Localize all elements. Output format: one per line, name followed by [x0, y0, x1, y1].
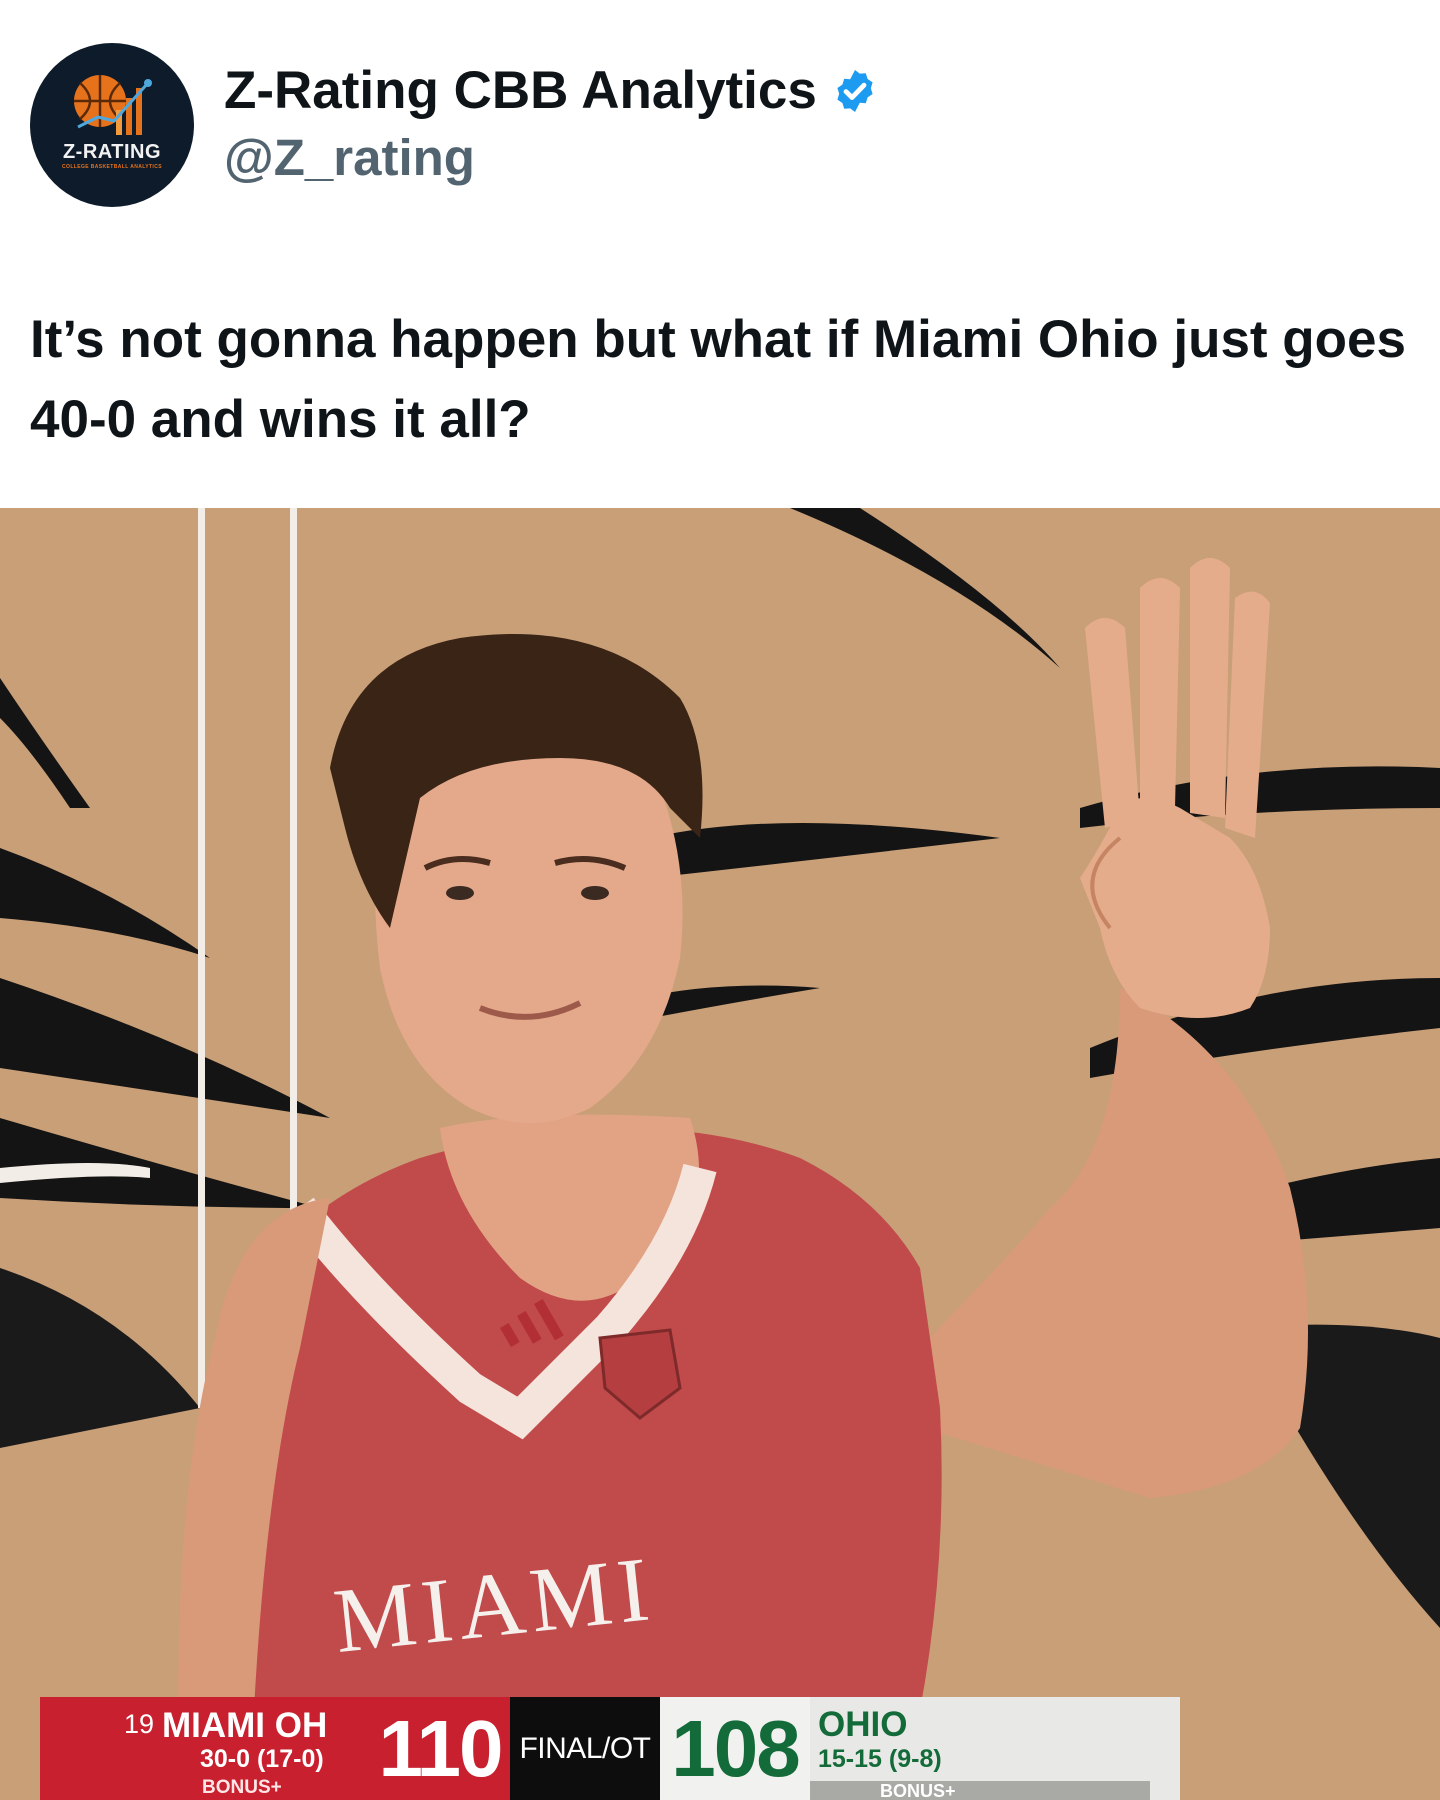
verified-badge-icon: [837, 69, 873, 112]
avatar-logo-subtext: COLLEGE BASKETBALL ANALYTICS: [62, 164, 162, 170]
tweet-header: Z-RATING COLLEGE BASKETBALL ANALYTICS Z-…: [0, 0, 1440, 240]
home-team-score: 110: [370, 1697, 510, 1800]
home-team-panel: 19 MIAMI OH 30-0 (17-0) BONUS+: [40, 1697, 370, 1800]
scoreboard: 19 MIAMI OH 30-0 (17-0) BONUS+ 110 FINAL…: [40, 1697, 1180, 1800]
away-team-record: 15-15 (9-8): [818, 1745, 942, 1773]
game-status: FINAL/OT: [510, 1697, 660, 1800]
away-team-score: 108: [660, 1697, 810, 1800]
away-bonus-bar: BONUS+: [810, 1781, 1150, 1800]
tweet-text: It’s not gonna happen but what if Miami …: [30, 310, 1407, 449]
author-display-name[interactable]: Z-Rating CBB Analytics: [224, 60, 879, 121]
tweet-media-image[interactable]: MIAMI 19 MIAMI OH 30-0 (17-0) BONUS+ 110…: [0, 508, 1440, 1800]
away-team-panel: OHIO 15-15 (9-8) BONUS+: [810, 1697, 1180, 1800]
display-name-text[interactable]: Z-Rating CBB Analytics: [224, 60, 817, 121]
avatar-logo-text: Z-RATING: [62, 141, 162, 163]
home-team-rank: 19: [124, 1709, 155, 1739]
away-team-name: OHIO: [818, 1705, 908, 1744]
home-team-bonus: BONUS+: [202, 1777, 282, 1798]
author-handle[interactable]: @Z_rating: [224, 128, 475, 187]
player-waving-photo: [0, 508, 1440, 1800]
home-team-record: 30-0 (17-0): [200, 1745, 324, 1773]
home-team-name: MIAMI OH: [162, 1706, 328, 1745]
basketball-chart-logo-icon: [74, 75, 152, 135]
avatar[interactable]: Z-RATING COLLEGE BASKETBALL ANALYTICS: [30, 43, 194, 207]
away-team-bonus: BONUS+: [880, 1781, 956, 1800]
